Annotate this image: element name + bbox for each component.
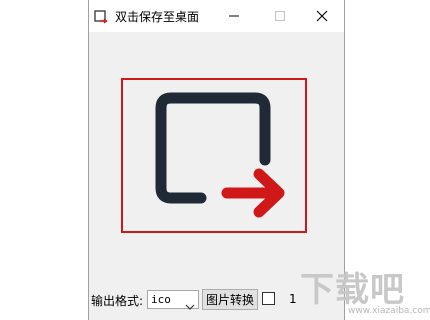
image-preview-area[interactable] (121, 78, 307, 233)
watermark-logo: 下载吧 www.xiazaiba.com (300, 262, 430, 320)
desktop-background: 双击保存至桌面 输出格式: ico 图片转换 1 下载吧 www.xiazaib… (0, 0, 430, 320)
watermark-url: www.xiazaiba.com (348, 306, 430, 316)
minimize-icon (228, 7, 240, 26)
title-bar[interactable]: 双击保存至桌面 (89, 0, 344, 32)
trailing-text: 1 (289, 292, 297, 306)
maximize-icon (274, 7, 286, 26)
close-button[interactable] (299, 0, 345, 32)
export-arrow-icon (94, 9, 108, 24)
output-format-value: ico (151, 293, 171, 306)
output-format-label: 输出格式: (91, 294, 144, 308)
maximize-button[interactable] (257, 0, 303, 32)
export-arrow-icon (155, 92, 285, 218)
output-format-select[interactable]: ico (147, 290, 199, 310)
minimize-button[interactable] (211, 0, 257, 32)
chevron-down-icon (185, 296, 195, 315)
close-icon (316, 7, 328, 26)
watermark-brand: 下载吧 (300, 270, 405, 310)
convert-image-button[interactable]: 图片转换 (202, 289, 258, 310)
option-checkbox[interactable] (262, 292, 275, 305)
window-title: 双击保存至桌面 (115, 10, 200, 24)
